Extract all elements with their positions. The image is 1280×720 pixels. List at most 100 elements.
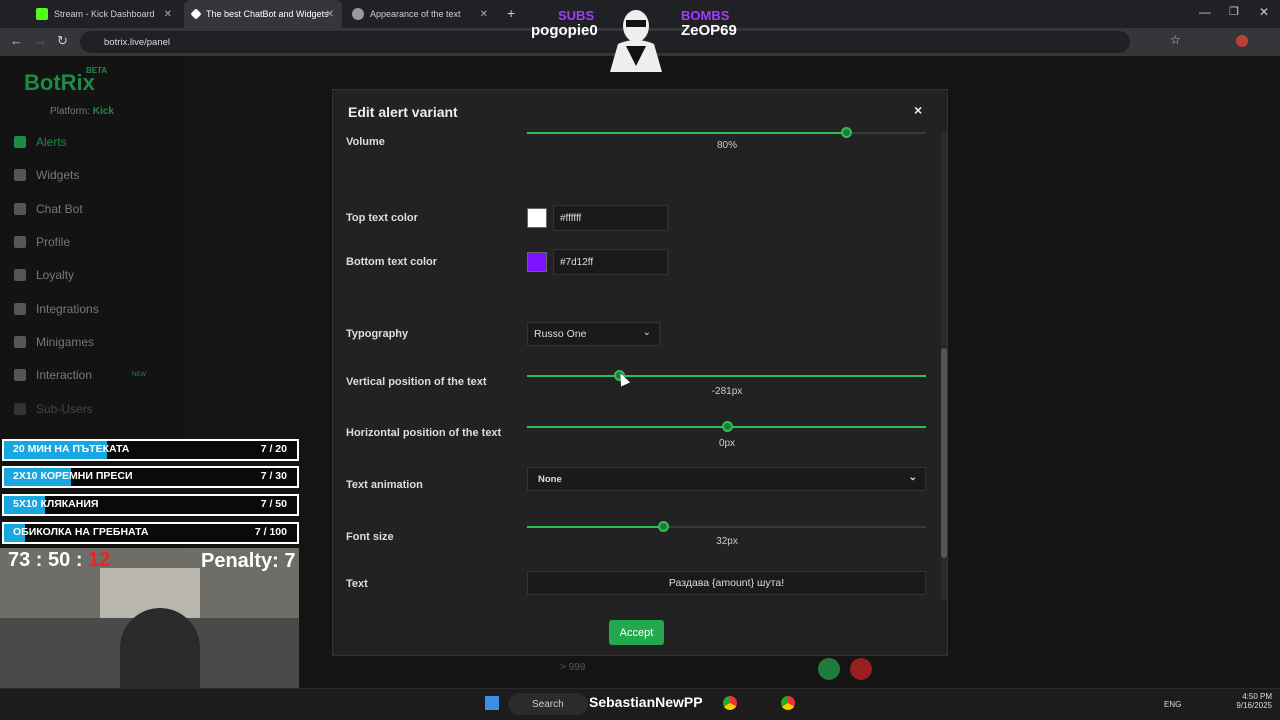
sidebar-item-sub-users[interactable]: Sub-Users bbox=[14, 402, 93, 416]
sidebar-item-loyalty[interactable]: Loyalty bbox=[14, 268, 74, 282]
text-animation-select[interactable]: None ⌄ bbox=[527, 467, 926, 491]
mascot-icon bbox=[610, 10, 662, 72]
tab-label: Appearance of the text bbox=[370, 9, 461, 19]
chrome-icon[interactable] bbox=[781, 696, 795, 710]
platform-label: Platform: Kick bbox=[50, 106, 114, 117]
top-text-color-swatch[interactable] bbox=[527, 208, 547, 228]
chevron-down-icon: ⌄ bbox=[908, 472, 917, 483]
sidebar-item-widgets[interactable]: Widgets bbox=[14, 168, 79, 182]
font-size-slider[interactable] bbox=[527, 521, 926, 532]
gamepad-icon bbox=[14, 336, 26, 348]
vertical-position-value: -281px bbox=[711, 386, 743, 397]
close-tab-icon[interactable]: ✕ bbox=[480, 9, 488, 20]
alert-text-value: Раздава {amount} шута! bbox=[668, 577, 785, 589]
top-text-color-label: Top text color bbox=[346, 212, 418, 224]
accept-button[interactable]: Accept bbox=[609, 620, 664, 645]
close-tab-icon[interactable]: ✕ bbox=[164, 9, 172, 20]
volume-label: Volume bbox=[346, 136, 385, 148]
sidebar-item-label: Sub-Users bbox=[36, 402, 93, 416]
top-text-color-value: #ffffff bbox=[560, 212, 582, 224]
platform-caption: Platform: bbox=[50, 106, 91, 117]
goal-name: ОБИКОЛКА НА ГРЕБНАТА bbox=[13, 526, 149, 538]
globe-icon bbox=[352, 8, 364, 20]
sidebar-item-label: Widgets bbox=[36, 168, 80, 182]
minimize-icon[interactable]: — bbox=[1199, 5, 1211, 19]
tab-botrix[interactable]: The best ChatBot and Widgets ✕ bbox=[184, 0, 342, 28]
beta-badge: BETA bbox=[86, 66, 108, 75]
goal-bar: ОБИКОЛКА НА ГРЕБНАТА 7 / 100 bbox=[2, 522, 299, 544]
language-indicator[interactable]: ENG bbox=[1164, 700, 1181, 709]
subs-label: SUBS bbox=[558, 8, 595, 23]
edit-icon[interactable] bbox=[818, 658, 840, 680]
botrix-logo: BotRix bbox=[24, 70, 95, 95]
sidebar-item-integrations[interactable]: Integrations bbox=[14, 302, 99, 316]
kick-icon bbox=[36, 8, 48, 20]
sidebar-item-label: Profile bbox=[36, 235, 71, 249]
modal-scrollbar-thumb[interactable] bbox=[941, 348, 947, 558]
tab-appearance[interactable]: Appearance of the text ✕ bbox=[344, 0, 496, 28]
webcam-person bbox=[120, 608, 200, 688]
horizontal-position-label: Horizontal position of the text bbox=[346, 427, 502, 439]
sidebar-item-interaction[interactable]: Interaction NEW bbox=[14, 368, 146, 382]
background-value: > 999 bbox=[560, 662, 586, 673]
sidebar-item-alerts[interactable]: Alerts bbox=[14, 135, 67, 149]
chevron-down-icon: ⌄ bbox=[642, 327, 651, 338]
clock-time: 4:50 PM bbox=[1242, 692, 1272, 701]
horizontal-position-slider[interactable] bbox=[527, 421, 926, 432]
profile-icon bbox=[14, 236, 26, 248]
vertical-position-slider[interactable] bbox=[527, 370, 926, 381]
font-size-value: 32px bbox=[716, 536, 738, 547]
maximize-icon[interactable]: ❐ bbox=[1229, 5, 1239, 18]
forward-icon[interactable]: → bbox=[34, 33, 47, 48]
sidebar-item-minigames[interactable]: Minigames bbox=[14, 335, 94, 349]
font-size-fill bbox=[527, 526, 663, 528]
goal-name: 5Х10 КЛЯКАНИЯ bbox=[13, 498, 99, 510]
bookmark-star-icon[interactable]: ☆ bbox=[1170, 33, 1181, 47]
sidebar-item-label: Alerts bbox=[36, 135, 67, 149]
new-tab-button[interactable]: + bbox=[507, 5, 515, 21]
typography-label: Typography bbox=[346, 328, 409, 340]
new-badge: NEW bbox=[132, 372, 147, 378]
font-size-label: Font size bbox=[346, 531, 394, 543]
goal-bar: 2Х10 КОРЕМНИ ПРЕСИ 7 / 30 bbox=[2, 466, 299, 488]
horizontal-position-value: 0px bbox=[718, 438, 736, 449]
system-clock[interactable]: 4:50 PM 9/16/2025 bbox=[1228, 692, 1272, 710]
tab-kick-dashboard[interactable]: Stream - Kick Dashboard ✕ bbox=[28, 0, 180, 28]
font-size-thumb[interactable] bbox=[657, 521, 669, 532]
windows-start-icon[interactable] bbox=[485, 696, 499, 710]
vertical-position-label: Vertical position of the text bbox=[346, 376, 487, 388]
penalty-counter: Penalty: 7 bbox=[201, 550, 296, 572]
goal-count: 7 / 20 bbox=[260, 443, 287, 455]
text-label: Text bbox=[346, 578, 368, 590]
close-icon[interactable]: × bbox=[914, 102, 922, 118]
bottom-text-color-swatch[interactable] bbox=[527, 252, 547, 272]
sidebar-item-chat-bot[interactable]: Chat Bot bbox=[14, 202, 83, 216]
top-text-color-input[interactable]: #ffffff bbox=[553, 205, 668, 231]
url-text: botrix.live/panel bbox=[104, 36, 171, 48]
volume-slider[interactable] bbox=[527, 127, 926, 138]
chrome-icon[interactable] bbox=[723, 696, 737, 710]
subs-value: pogopie0 bbox=[531, 22, 598, 39]
sidebar-item-label: Chat Bot bbox=[36, 202, 83, 216]
alert-text-input[interactable]: Раздава {amount} шута! bbox=[527, 571, 926, 595]
typography-value: Russo One bbox=[534, 328, 587, 340]
sidebar-item-profile[interactable]: Profile bbox=[14, 235, 70, 249]
clock-date: 9/16/2025 bbox=[1236, 701, 1272, 710]
bottom-text-color-label: Bottom text color bbox=[346, 256, 438, 268]
sidebar-item-label: Interaction bbox=[36, 368, 93, 382]
volume-value: 80% bbox=[716, 140, 737, 151]
typography-select[interactable]: Russo One ⌄ bbox=[527, 322, 660, 346]
sidebar-item-label: Integrations bbox=[36, 302, 99, 316]
bombs-value: ZeOP69 bbox=[681, 22, 737, 39]
bottom-text-color-input[interactable]: #7d12ff bbox=[553, 249, 668, 275]
taskbar-search[interactable]: Search bbox=[508, 693, 588, 715]
profile-avatar[interactable] bbox=[1236, 35, 1248, 47]
reload-icon[interactable]: ↻ bbox=[57, 33, 68, 49]
close-window-icon[interactable]: ✕ bbox=[1259, 5, 1269, 19]
goal-count: 7 / 50 bbox=[260, 498, 287, 510]
close-tab-icon[interactable]: ✕ bbox=[326, 9, 334, 20]
widgets-icon bbox=[14, 169, 26, 181]
horizontal-position-thumb[interactable] bbox=[721, 421, 733, 432]
back-icon[interactable]: ← bbox=[10, 33, 23, 48]
delete-icon[interactable] bbox=[850, 658, 872, 680]
